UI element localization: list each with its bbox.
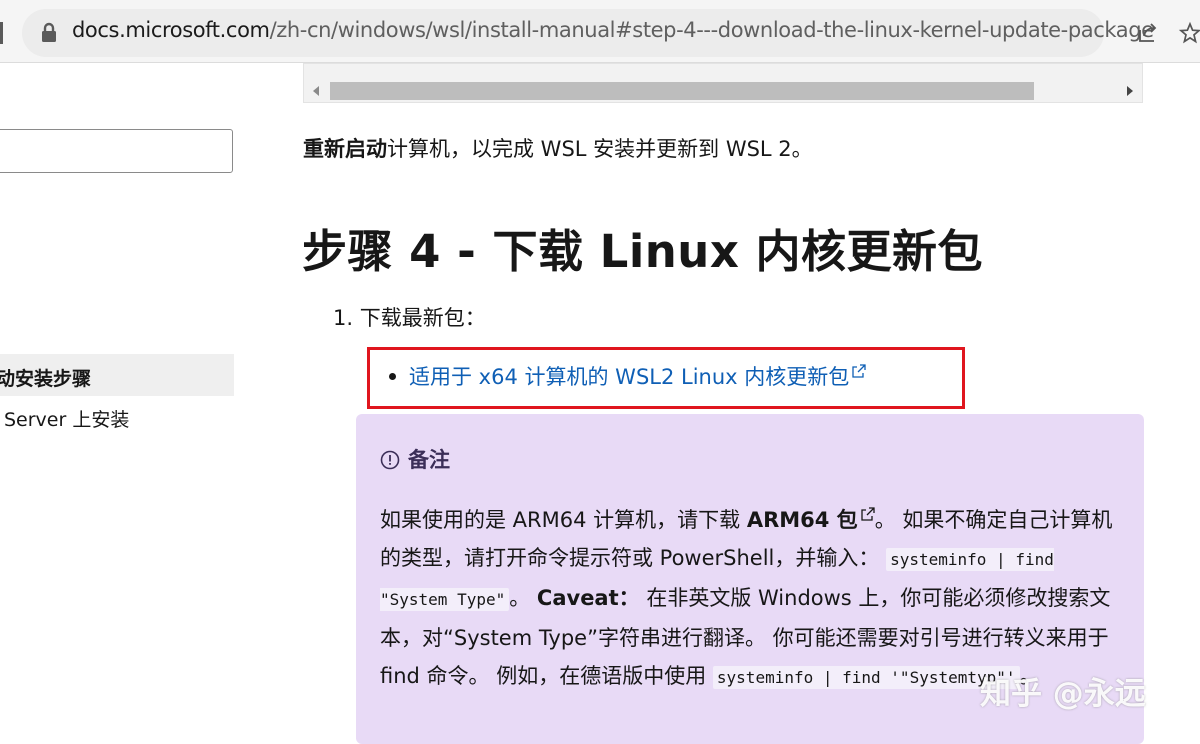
sidebar-item-server[interactable]: Server 上安装 — [4, 405, 129, 432]
url-text[interactable]: docs.microsoft.com/zh-cn/windows/wsl/ins… — [72, 18, 1154, 42]
favorite-star-icon[interactable] — [1178, 21, 1200, 45]
code-block-scrollbar[interactable] — [303, 63, 1143, 103]
bullet-icon — [389, 373, 396, 380]
lock-icon[interactable] — [36, 20, 62, 46]
external-link-icon — [852, 364, 866, 378]
code-systeminfo-de: systeminfo | find '"Systemtyp"' — [712, 666, 1020, 689]
scroll-right-arrow-icon[interactable] — [1127, 86, 1133, 96]
share-icon[interactable] — [1136, 21, 1160, 45]
sidebar-filter-input[interactable] — [0, 129, 233, 173]
sidebar-item-active[interactable]: 动安装步骤 — [0, 354, 234, 396]
external-link-icon — [861, 507, 875, 521]
watermark: 知乎 @永远 — [980, 676, 1146, 712]
arm64-link[interactable]: ARM64 包 — [747, 507, 875, 532]
scrollbar-thumb[interactable] — [330, 82, 1034, 100]
download-link[interactable]: 适用于 x64 计算机的 WSL2 Linux 内核更新包 — [409, 361, 866, 391]
list-item: 1. 下载最新包： — [333, 306, 486, 330]
restart-paragraph: 重新启动计算机，以完成 WSL 安装并更新到 WSL 2。 — [303, 137, 813, 161]
scroll-left-arrow-icon[interactable] — [313, 86, 319, 96]
sidebar-item-label: 动安装步骤 — [0, 368, 92, 390]
info-icon — [380, 450, 400, 470]
page-heading: 步骤 4 - 下载 Linux 内核更新包 — [302, 225, 984, 278]
browser-toolbar: docs.microsoft.com/zh-cn/windows/wsl/ins… — [0, 0, 1200, 63]
back-edge-icon — [0, 22, 3, 44]
note-title: 备注 — [380, 444, 450, 474]
